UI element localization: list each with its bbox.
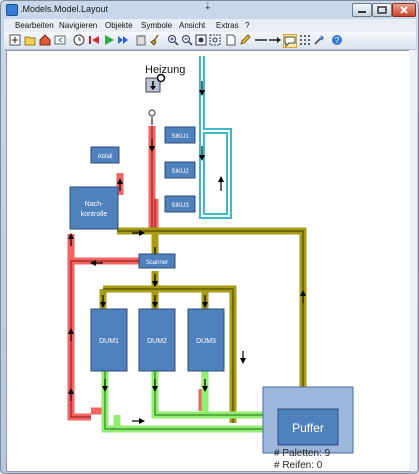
green-conveyor[interactable] <box>101 369 271 433</box>
connector-icon[interactable] <box>255 34 267 46</box>
window-title: .Models.Model.Layout <box>20 4 109 14</box>
pencil-icon[interactable] <box>239 34 251 46</box>
station-puffer-label: Puffer <box>292 421 324 435</box>
resize-grip-icon[interactable]: ⇣ <box>204 1 212 12</box>
fast-forward-icon[interactable] <box>117 34 129 46</box>
station-siku3-label: SIKU3 <box>171 203 189 209</box>
heating-label: Heizung <box>145 64 185 76</box>
zoom-frame-icon[interactable] <box>209 34 221 46</box>
zoom-in-icon[interactable] <box>167 34 179 46</box>
station-siku1-label: SIKU1 <box>171 134 189 140</box>
close-icon <box>400 6 408 14</box>
title-bar: .Models.Model.Layout ⇣ <box>1 1 418 19</box>
menu-symbole[interactable]: Symbole <box>141 21 172 30</box>
station-nachkontrolle-label-1: Nach- <box>85 201 104 208</box>
zoom-fit-icon[interactable] <box>195 34 207 46</box>
home-icon[interactable] <box>39 34 51 46</box>
menu-navigieren[interactable]: Navigieren <box>59 21 97 30</box>
reset-icon[interactable] <box>88 34 100 46</box>
clipboard-icon[interactable] <box>135 34 147 46</box>
menu-objekte[interactable]: Objekte <box>105 21 133 30</box>
minimize-icon <box>358 11 366 13</box>
menu-help[interactable]: ? <box>245 21 249 30</box>
help-icon[interactable]: ? <box>331 34 343 46</box>
maximize-icon <box>377 6 387 14</box>
menu-bar: Bearbeiten Navigieren Objekte Symbole An… <box>4 19 416 32</box>
page-icon[interactable] <box>225 34 237 46</box>
puffer-reifen-count: # Reifen: 0 <box>274 460 323 471</box>
app-icon <box>6 4 18 16</box>
speech-bubble-icon[interactable] <box>283 34 297 48</box>
station-dum1-label: DUM1 <box>99 338 119 345</box>
arrow-connector-icon[interactable] <box>269 34 281 46</box>
heating-outlet-icon <box>148 109 156 117</box>
expand-icon[interactable] <box>9 34 21 46</box>
play-icon[interactable] <box>103 34 115 46</box>
station-nachkontrolle[interactable] <box>69 186 119 230</box>
station-nachkontrolle-label-2: kontrolle <box>81 211 108 218</box>
folder-icon[interactable] <box>24 34 36 46</box>
svg-text:?: ? <box>335 36 340 45</box>
zoom-out-icon[interactable] <box>181 34 193 46</box>
broom-icon[interactable] <box>149 34 161 46</box>
maximize-button[interactable] <box>372 3 392 17</box>
model-canvas[interactable]: Heizung Abfall SIKU1 SIKU2 SIKU3 Nach- k… <box>6 50 411 472</box>
vertical-scrollbar[interactable] <box>409 50 417 471</box>
heating-sensor-icon <box>156 73 166 83</box>
clock-icon[interactable] <box>73 34 85 46</box>
model-layout-window: .Models.Model.Layout ⇣ Bearbeiten Navigi… <box>0 0 419 474</box>
station-siku2-label: SIKU2 <box>171 169 189 175</box>
close-button[interactable] <box>392 3 416 17</box>
cyan-conveyor-loop[interactable] <box>199 56 232 219</box>
grid-icon[interactable] <box>299 34 311 46</box>
back-icon[interactable] <box>54 34 66 46</box>
menu-bearbeiten[interactable]: Bearbeiten <box>15 21 54 30</box>
toolbar: ? <box>4 32 416 50</box>
minimize-button[interactable] <box>352 3 372 17</box>
tools-icon[interactable] <box>313 34 325 46</box>
puffer-paletten-count: # Paletten: 9 <box>274 448 331 459</box>
station-dum2-label: DUM2 <box>147 338 167 345</box>
menu-extras[interactable]: Extras <box>216 21 239 30</box>
menu-ansicht[interactable]: Ansicht <box>179 21 205 30</box>
station-dum3-label: DUM3 <box>196 338 216 345</box>
station-scanner-label: Scanner <box>146 260 168 266</box>
layout-diagram: Heizung Abfall SIKU1 SIKU2 SIKU3 Nach- k… <box>67 56 354 471</box>
station-abfall-label: Abfall <box>97 154 112 160</box>
